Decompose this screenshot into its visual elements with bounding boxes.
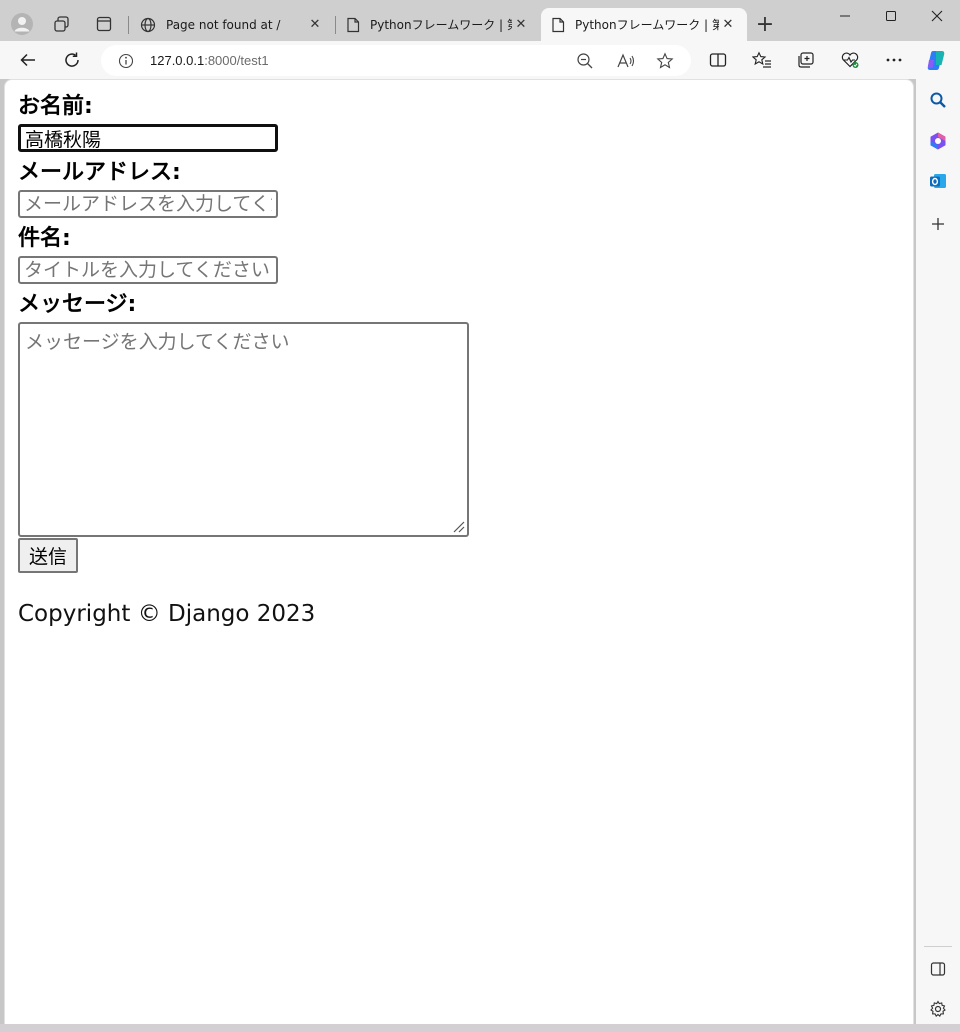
contact-form: お名前: メールアドレス: 件名: メッセージ: 送信 (18, 92, 898, 573)
globe-icon (140, 17, 156, 32)
page-icon (552, 17, 565, 32)
profile-button[interactable] (6, 8, 38, 40)
maximize-icon (886, 11, 896, 21)
collections-icon (798, 52, 814, 68)
edge-sidebar (916, 79, 960, 1026)
more-dots-icon (886, 58, 902, 62)
url-text[interactable]: 127.0.0.1:8000/test1 (150, 53, 269, 68)
close-icon (931, 10, 943, 22)
footer-copyright: Copyright © Django 2023 (18, 601, 316, 627)
plus-icon: + (755, 11, 775, 37)
tab-separator (128, 16, 129, 34)
tab-close-icon[interactable]: ✕ (512, 17, 530, 32)
back-arrow-icon (20, 53, 35, 67)
copilot-button[interactable] (920, 44, 952, 76)
name-label: お名前: (18, 94, 93, 119)
tab-strip: Page not found at / ✕ Pythonフレームワーク | 第1… (0, 0, 960, 41)
favorites-list-icon (752, 51, 771, 68)
workspaces-icon (54, 16, 69, 32)
hide-sidebar-button[interactable] (924, 955, 952, 983)
tab-python-framework-1[interactable]: Pythonフレームワーク | 第1回 ✕ (336, 8, 540, 41)
tab-close-icon[interactable]: ✕ (719, 17, 737, 32)
sidebar-panel-icon (930, 962, 946, 976)
tab-close-icon[interactable]: ✕ (306, 17, 324, 32)
sidebar-outlook-button[interactable] (924, 167, 952, 195)
collections-button[interactable] (790, 44, 822, 76)
sidebar-divider (924, 946, 952, 947)
message-textarea-wrapper (18, 322, 469, 537)
name-input[interactable] (18, 124, 278, 152)
url-path: :8000/test1 (204, 53, 269, 68)
copilot-icon (927, 51, 945, 70)
search-icon (930, 92, 946, 108)
new-tab-button[interactable]: + (749, 8, 781, 40)
message-textarea[interactable] (18, 322, 469, 537)
plus-icon (932, 218, 944, 230)
page-viewport: お名前: メールアドレス: 件名: メッセージ: 送信 Copyright © … (4, 79, 914, 1024)
address-bar[interactable]: 127.0.0.1:8000/test1 (101, 45, 691, 76)
back-button[interactable] (12, 44, 44, 76)
email-input[interactable] (18, 190, 278, 218)
split-screen-icon (709, 53, 727, 67)
vertical-tabs-icon (96, 16, 112, 32)
submit-button[interactable]: 送信 (18, 538, 79, 573)
browser-essentials-button[interactable] (834, 44, 866, 76)
gear-icon (930, 1000, 946, 1017)
profile-avatar-icon (11, 13, 33, 35)
favorite-star-icon[interactable] (656, 52, 674, 70)
tab-python-framework-2-active[interactable]: Pythonフレームワーク | 第1回 ✕ (541, 8, 747, 41)
sidebar-copilot-button[interactable] (924, 127, 952, 155)
refresh-button[interactable] (56, 44, 88, 76)
tab-page-not-found[interactable]: Page not found at / ✕ (130, 8, 334, 41)
message-label: メッセージ: (18, 292, 137, 317)
workspaces-button[interactable] (46, 8, 78, 40)
tab-title: Pythonフレームワーク | 第1回 (370, 18, 512, 32)
url-host: 127.0.0.1 (150, 53, 205, 68)
split-screen-button[interactable] (702, 44, 734, 76)
close-window-button[interactable] (914, 0, 960, 32)
sidebar-settings-button[interactable] (924, 995, 952, 1023)
outlook-icon (930, 174, 946, 188)
email-label: メールアドレス: (18, 160, 181, 185)
favorites-button[interactable] (746, 44, 778, 76)
copilot-hexagon-icon (930, 132, 946, 150)
maximize-button[interactable] (868, 0, 914, 32)
sidebar-search-button[interactable] (924, 86, 952, 114)
refresh-icon (65, 52, 79, 67)
navigation-toolbar: 127.0.0.1:8000/test1 (0, 41, 960, 79)
minimize-button[interactable] (822, 0, 868, 32)
read-aloud-icon[interactable] (616, 52, 636, 70)
resize-grip-icon[interactable] (451, 519, 465, 533)
settings-and-more-button[interactable] (878, 44, 910, 76)
zoom-out-icon[interactable] (576, 52, 594, 70)
tab-title: Page not found at / (166, 17, 281, 32)
site-info-icon[interactable] (118, 53, 134, 69)
subject-label: 件名: (18, 226, 71, 251)
page-icon (347, 17, 360, 32)
tab-title: Pythonフレームワーク | 第1回 (575, 18, 719, 32)
browser-essentials-heart-icon (841, 52, 859, 68)
tab-actions-button[interactable] (88, 8, 120, 40)
subject-input[interactable] (18, 256, 278, 284)
sidebar-add-button[interactable] (924, 210, 952, 238)
taskbar-edge (0, 1024, 960, 1032)
minimize-icon (840, 15, 850, 17)
contact-form-page: お名前: メールアドレス: 件名: メッセージ: 送信 Copyright © … (18, 92, 898, 650)
